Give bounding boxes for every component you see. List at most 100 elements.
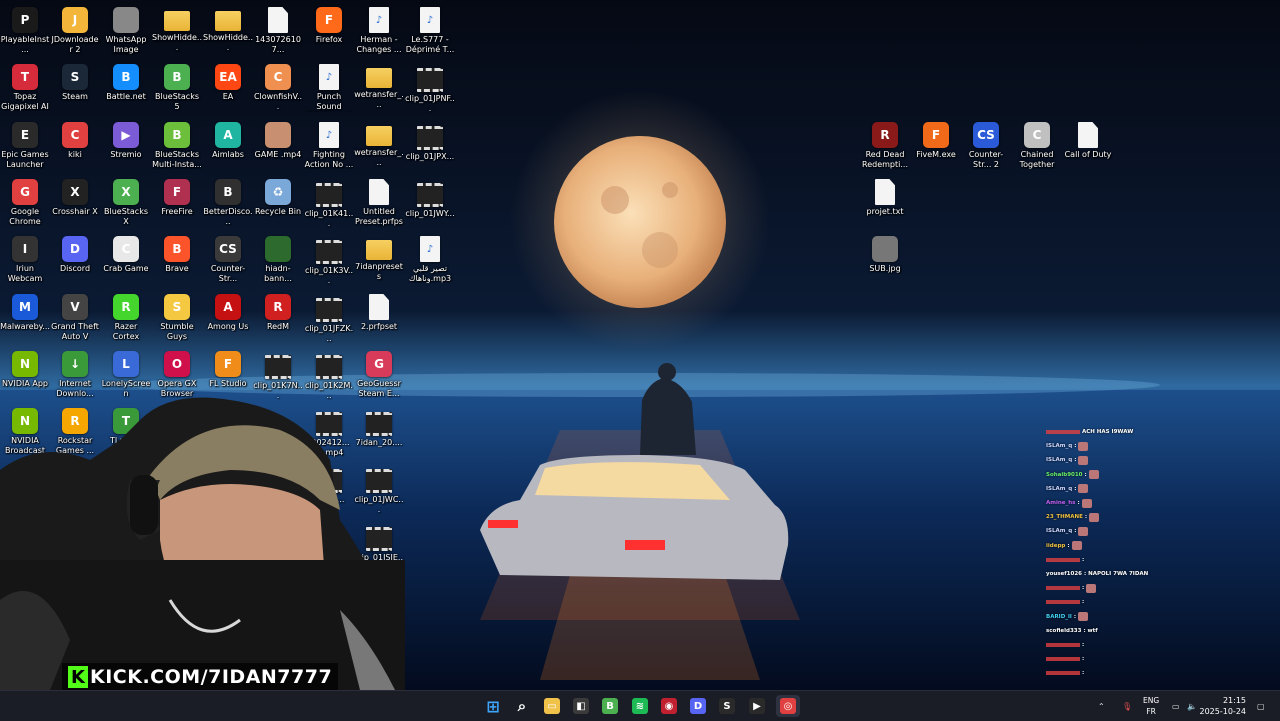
desktop-icon[interactable]: ShowHidde... [203,3,253,52]
taskbar-spotify-button[interactable]: ≋ [628,695,652,717]
desktop-icon[interactable]: B Battle.net [101,60,151,102]
desktop-icon[interactable]: C Chained Together [1012,118,1062,169]
desktop-icon[interactable]: GAME .mp4 [253,118,303,160]
desktop-icon[interactable]: Call of Duty [1063,118,1113,160]
desktop-icon[interactable]: S Steam [50,60,100,102]
desktop-icon[interactable]: ♪ Le.S777 - Déprimé T... [405,3,455,54]
desktop-icon[interactable]: B BlueStacks 5 [152,60,202,111]
chat-message: yousef1026: NAPOLI 7WA 7IDAN [1046,567,1246,581]
microphone-icon: 🎙 [1122,701,1133,711]
desktop-icon[interactable]: SUB.jpg [860,232,910,274]
desktop-icon[interactable]: ShowHidde... [152,3,202,52]
notifications-button[interactable]: ▢ [1257,691,1265,721]
desktop-icon-label: hiadn-bann... [264,264,292,283]
chat-message: ISLAm_q: [1046,524,1246,538]
volume-tray-button[interactable]: 🔈 [1187,691,1197,721]
chat-emote-icon [1078,612,1089,622]
desktop-icon[interactable]: C ClownfishV... [253,60,303,111]
taskbar-store-button[interactable]: ◧ [569,695,593,717]
desktop-icon[interactable]: T Topaz Gigapixel AI [0,60,50,111]
desktop-icon[interactable]: R Razer Cortex [101,290,151,341]
desktop-icon[interactable]: R Red Dead Redempti... [860,118,910,169]
desktop-icon[interactable]: CS Counter-Str... 2 [961,118,1011,169]
network-tray-button[interactable]: ▭ [1172,691,1180,721]
desktop-icon[interactable]: EA EA [203,60,253,102]
language-indicator[interactable]: ENG FR [1143,695,1159,717]
desktop-icon[interactable]: B BetterDisco... [203,175,253,226]
desktop-icon[interactable]: F FreeFire [152,175,202,217]
taskbar-steam-button[interactable]: S [715,695,739,717]
desktop-icon[interactable]: R RedM [253,290,303,332]
taskbar-file-explorer-button[interactable]: ▭ [540,695,564,717]
chat-text: : wtf [1083,627,1098,634]
taskbar-kick-button[interactable]: ▶ [745,695,769,717]
desktop-icon[interactable]: CS Counter-Str... [203,232,253,283]
chat-username [1046,671,1080,676]
desktop-icon[interactable]: ♻ Recycle Bin [253,175,303,217]
show-hidden-icons-button[interactable]: ⌃ [1098,691,1105,721]
desktop-icon[interactable]: F Firefox [304,3,354,45]
desktop-icon-label: Le.S777 - Déprimé T... [405,35,455,54]
desktop-icon[interactable]: Ckiki [50,118,100,160]
chat-username: scofield333 [1046,627,1082,634]
desktop-icon[interactable]: ▶ Stremio [101,118,151,160]
taskbar-bluestacks-button[interactable]: B [598,695,622,717]
desktop-icon[interactable]: M Malwareby... [0,290,50,332]
desktop-icon[interactable]: X BlueStacks X [101,175,151,226]
desktop-icon[interactable]: G Google Chrome [0,175,50,226]
desktop-icon[interactable]: ♪ Herman - Changes ... [354,3,404,54]
desktop-icon[interactable]: clip_01JFZK... [304,290,354,343]
desktop-icon[interactable]: clip_01JWY... [405,175,455,219]
desktop-icon[interactable]: clip_01K41... [304,175,354,228]
desktop-icon[interactable]: 1430726107... [253,3,303,54]
kick-channel-url: KICK.COM/7IDAN7777 [90,666,333,688]
desktop-icon[interactable]: V Grand Theft Auto V [50,290,100,341]
desktop-icon[interactable]: ♪Punch Sound Effect..mp3 [304,60,354,112]
desktop-icon[interactable]: clip_01JPX... [405,118,455,162]
taskbar-chrome-button[interactable]: ◎ [776,695,800,717]
taskbar-app-red-button[interactable]: ◉ [657,695,681,717]
desktop-icon[interactable]: S Stumble Guys [152,290,202,341]
desktop-icon[interactable]: J JDownloader 2 [50,3,100,54]
desktop-icon[interactable]: A Aimlabs [203,118,253,160]
desktop-icon[interactable]: wetransfer_... [354,118,404,167]
app-icon: C [265,64,291,90]
desktop-icon[interactable]: X Crosshair X [50,175,100,217]
desktop-icon-label: Counter-Str... 2 [968,150,1004,169]
app-icon: D [62,236,88,262]
chat-emote-icon [1089,512,1100,522]
desktop-icon[interactable]: E Epic Games Launcher [0,118,50,169]
desktop-icon[interactable]: projet.txt [860,175,910,217]
desktop-icon[interactable]: Untitled Preset.prfpset [354,175,404,227]
desktop-icon[interactable]: B Brave [152,232,202,274]
audio-file-icon: ♪ [369,7,389,33]
clock[interactable]: 21:15 2025-10-24 [1200,695,1247,717]
taskbar-search-button[interactable]: ⌕ [510,695,534,717]
chat-text: ACH HAS I9WAW [1082,429,1134,436]
chat-message: ISLAm_q: [1046,439,1246,453]
desktop-icon[interactable]: clip_01JPNF... [405,60,455,113]
microphone-tray-button[interactable]: 🎙 [1122,691,1132,721]
desktop-icon[interactable]: ♪ Fighting Action No ... [304,118,354,169]
desktop-icon[interactable]: ♪ تصير قلبي وناهاك.mp3 [405,232,455,283]
taskbar-discord-button[interactable]: D [686,695,710,717]
desktop-icon[interactable]: wetransfer_... [354,60,404,109]
chat-username: ISLAm_q [1046,485,1073,492]
desktop-icon[interactable]: F FiveM.exe [911,118,961,160]
desktop-icon[interactable]: hiadn-bann... [253,232,303,283]
desktop-icon[interactable]: clip_01K3V... [304,232,354,285]
chat-text: : NAPOLI 7WA 7IDAN [1083,570,1149,577]
desktop-icon[interactable]: 7idanpresets [354,232,404,281]
desktop-icon[interactable]: WhatsApp Image 2025... [101,3,151,55]
desktop-icon[interactable]: I Iriun Webcam [0,232,50,283]
desktop-icon[interactable]: B BlueStacks Multi-Insta... [152,118,202,169]
desktop-icon-label: 7idanpresets [355,262,403,281]
desktop-icon[interactable]: 2.prfpset [354,290,404,332]
chat-text: : [1074,443,1077,450]
taskbar-start-button[interactable]: ⊞ [481,695,505,717]
desktop-icon[interactable]: P PlayableInst... [0,3,50,54]
desktop-icon[interactable]: C Crab Game [101,232,151,274]
desktop-icon[interactable]: D Discord [50,232,100,274]
app-icon: B [113,64,139,90]
desktop-icon[interactable]: A Among Us [203,290,253,332]
